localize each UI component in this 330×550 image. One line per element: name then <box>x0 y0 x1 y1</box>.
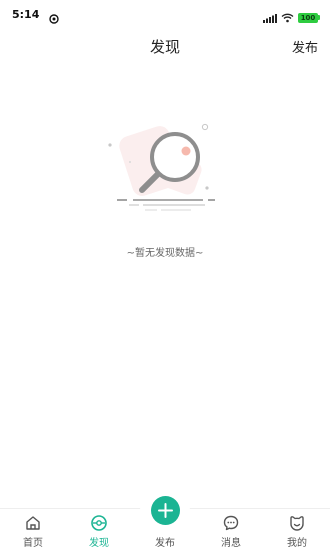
publish-link[interactable]: 发布 <box>292 37 318 56</box>
message-icon <box>223 515 239 531</box>
header: 发现 发布 <box>0 28 330 64</box>
battery-icon: 100 <box>298 12 320 23</box>
magnifier-illustration <box>108 123 215 211</box>
publish-fab-button[interactable] <box>151 496 180 525</box>
discover-icon <box>91 515 107 531</box>
page-title: 发现 <box>149 38 180 56</box>
app-notification-icon <box>49 9 59 28</box>
nav-item-home[interactable]: 首页 <box>0 509 66 550</box>
nav-item-messages[interactable]: 消息 <box>198 509 264 550</box>
nav-item-discover[interactable]: 发现 <box>66 509 132 550</box>
empty-state-message: ~暂无发现数据~ <box>126 248 204 259</box>
plus-icon <box>158 503 173 518</box>
status-bar: 5:14 100 <box>0 0 330 28</box>
discover-screen: 5:14 100 发现 发布 ~暂无发现数据~ 首页 发现 发布 消息 我的 <box>0 0 330 550</box>
status-time: 5:14 <box>12 8 40 21</box>
nav-label-home: 首页 <box>23 538 43 549</box>
wifi-icon <box>281 8 294 27</box>
home-icon <box>26 516 40 530</box>
nav-label-messages: 消息 <box>221 538 241 549</box>
nav-label-profile: 我的 <box>287 538 307 549</box>
signal-icon <box>263 8 277 27</box>
nav-label-publish: 发布 <box>155 538 175 549</box>
profile-icon <box>290 516 304 531</box>
nav-item-profile[interactable]: 我的 <box>264 509 330 550</box>
battery-level: 100 <box>298 12 318 23</box>
nav-label-discover: 发现 <box>89 538 109 549</box>
status-indicators: 100 <box>263 8 320 27</box>
